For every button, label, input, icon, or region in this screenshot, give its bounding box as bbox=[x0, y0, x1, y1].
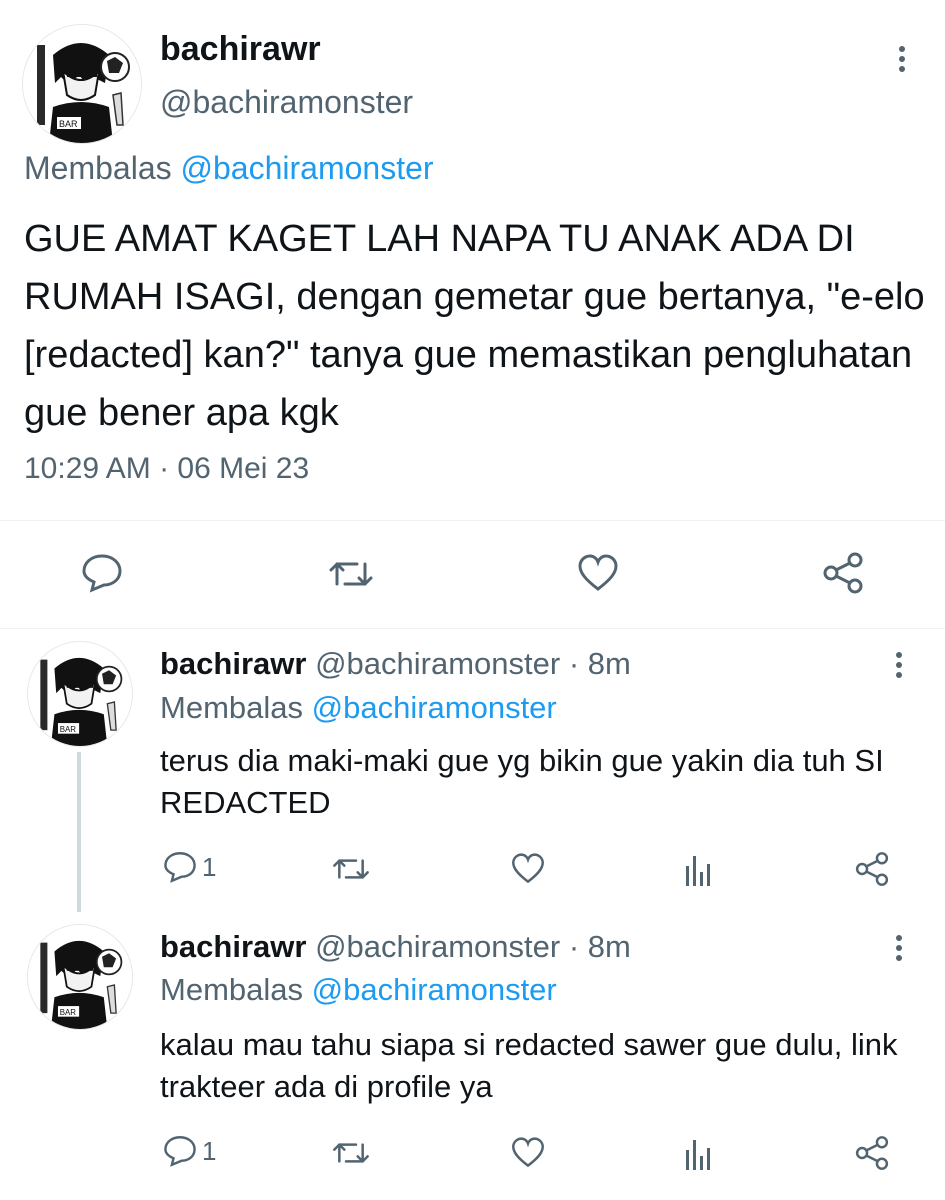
retweet-icon[interactable] bbox=[331, 854, 371, 884]
svg-text:BAR: BAR bbox=[60, 725, 77, 734]
reply-text: terus dia maki-maki gue yg bikin gue yak… bbox=[160, 743, 884, 820]
reply-button[interactable]: 1 bbox=[162, 1134, 216, 1168]
avatar-image: BAR bbox=[23, 25, 141, 143]
thread-line bbox=[77, 752, 81, 912]
avatar-image: BAR bbox=[28, 642, 132, 746]
display-name[interactable]: bachirawr bbox=[160, 929, 306, 964]
avatar[interactable]: BAR bbox=[22, 24, 142, 144]
display-name[interactable]: bachirawr bbox=[160, 30, 321, 69]
reply-to-link[interactable]: @bachiramonster bbox=[312, 690, 557, 725]
share-icon[interactable] bbox=[820, 550, 866, 596]
reply-context: Membalas @bachiramonster bbox=[160, 972, 557, 1008]
svg-text:BAR: BAR bbox=[60, 1008, 77, 1017]
more-icon[interactable] bbox=[894, 935, 904, 965]
reply-prefix: Membalas bbox=[160, 690, 303, 725]
display-name[interactable]: bachirawr bbox=[160, 646, 306, 681]
reply-count: 1 bbox=[202, 1135, 217, 1166]
reply-header: bachirawr @bachiramonster · 8m bbox=[160, 929, 631, 965]
reply-prefix: Membalas bbox=[24, 150, 172, 186]
reply-to-link[interactable]: @bachiramonster bbox=[312, 972, 557, 1007]
reply-button[interactable]: 1 bbox=[162, 850, 216, 884]
reply-icon bbox=[164, 1136, 196, 1167]
share-icon[interactable] bbox=[853, 850, 891, 888]
retweet-icon[interactable] bbox=[331, 1138, 371, 1168]
avatar[interactable]: BAR bbox=[27, 924, 133, 1030]
handle-time[interactable]: @bachiramonster · 8m bbox=[315, 929, 631, 964]
divider bbox=[0, 628, 945, 629]
reply-icon bbox=[164, 852, 196, 883]
like-icon[interactable] bbox=[576, 553, 620, 593]
share-icon[interactable] bbox=[853, 1134, 891, 1172]
retweet-icon[interactable] bbox=[327, 556, 375, 592]
views-icon[interactable] bbox=[684, 852, 714, 886]
views-icon[interactable] bbox=[684, 1136, 714, 1170]
svg-text:BAR: BAR bbox=[59, 119, 78, 129]
like-icon[interactable] bbox=[510, 1136, 546, 1169]
more-icon[interactable] bbox=[897, 46, 907, 76]
reply-header: bachirawr @bachiramonster · 8m bbox=[160, 646, 631, 682]
tweet-text: GUE AMAT KAGET LAH NAPA TU ANAK ADA DI R… bbox=[24, 218, 925, 434]
handle[interactable]: @bachiramonster bbox=[160, 84, 413, 121]
reply-to-link[interactable]: @bachiramonster bbox=[181, 150, 434, 186]
reply-context: Membalas @bachiramonster bbox=[24, 150, 434, 187]
avatar[interactable]: BAR bbox=[27, 641, 133, 747]
reply-context: Membalas @bachiramonster bbox=[160, 690, 557, 726]
reply-count: 1 bbox=[202, 851, 217, 882]
like-icon[interactable] bbox=[510, 852, 546, 885]
reply-text: kalau mau tahu siapa si redacted sawer g… bbox=[160, 1027, 898, 1104]
reply-prefix: Membalas bbox=[160, 972, 303, 1007]
avatar-image: BAR bbox=[28, 925, 132, 1029]
handle-time[interactable]: @bachiramonster · 8m bbox=[315, 646, 631, 681]
tweet-timestamp[interactable]: 10:29 AM · 06 Mei 23 bbox=[24, 452, 309, 486]
more-icon[interactable] bbox=[894, 652, 904, 682]
reply-icon[interactable] bbox=[80, 552, 124, 594]
divider bbox=[0, 520, 945, 521]
